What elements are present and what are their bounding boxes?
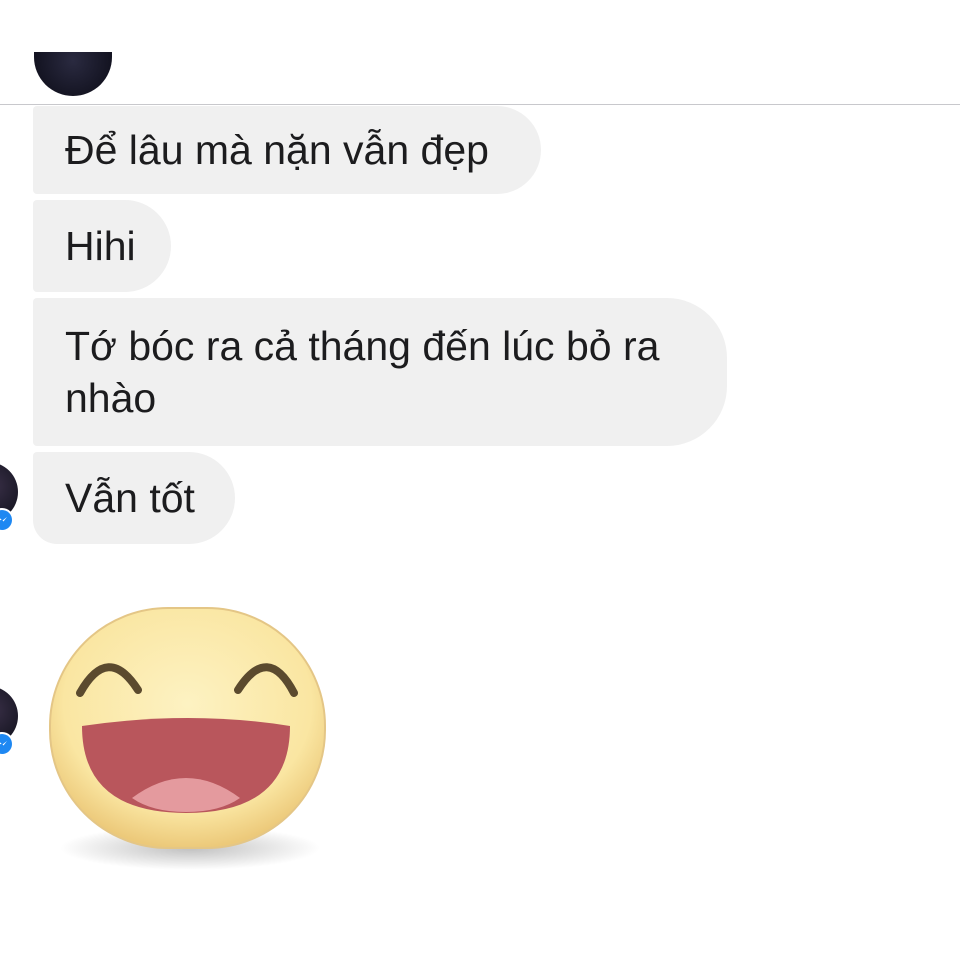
messenger-badge-icon	[0, 732, 14, 756]
laughing-face-sticker-icon[interactable]	[40, 598, 340, 888]
messenger-badge-icon	[0, 508, 14, 532]
message-bubble[interactable]: Hihi	[33, 200, 171, 292]
message-text: Vẫn tốt	[65, 475, 195, 521]
message-bubble[interactable]: Tớ bóc ra cả tháng đến lúc bỏ ra nhào	[33, 298, 727, 446]
message-text: Hihi	[65, 223, 136, 269]
message-bubble[interactable]: Để lâu mà nặn vẫn đẹp	[33, 106, 541, 194]
message-text: Tớ bóc ra cả tháng đến lúc bỏ ra nhào	[65, 323, 660, 421]
sender-avatar[interactable]	[34, 52, 112, 96]
sender-avatar[interactable]	[0, 686, 18, 756]
message-text: Để lâu mà nặn vẫn đẹp	[65, 127, 489, 173]
message-bubble[interactable]: Vẫn tốt	[33, 452, 235, 544]
sender-avatar[interactable]	[0, 462, 18, 532]
header-divider	[0, 104, 960, 105]
